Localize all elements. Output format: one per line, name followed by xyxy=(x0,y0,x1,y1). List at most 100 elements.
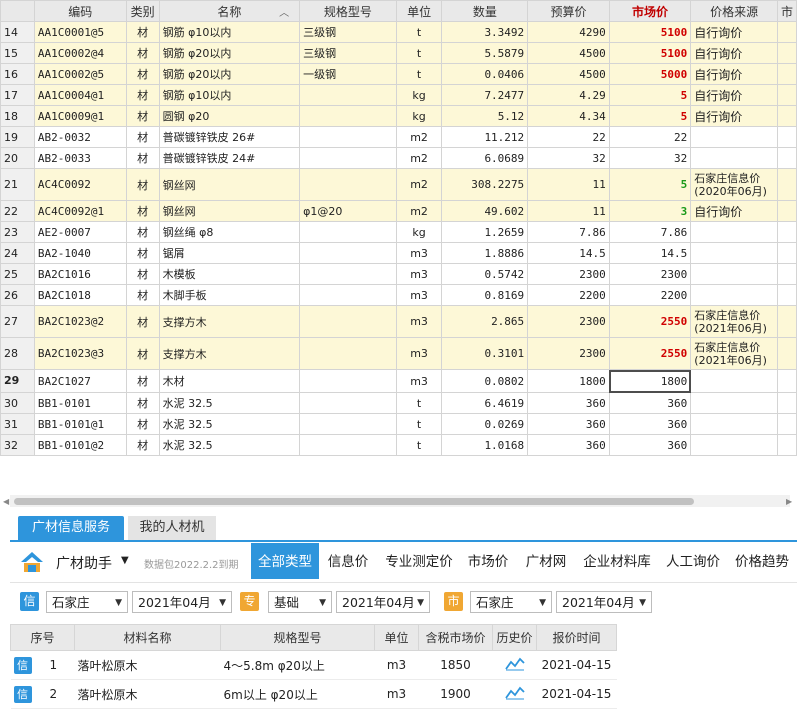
cell-price-source[interactable] xyxy=(690,242,778,264)
cell-quantity[interactable]: 6.0689 xyxy=(441,147,529,169)
row-number[interactable]: 17 xyxy=(0,84,35,106)
cell-market-price[interactable]: 2200 xyxy=(608,284,692,306)
row-number[interactable]: 15 xyxy=(0,42,35,64)
cell-category[interactable]: 材 xyxy=(125,434,160,456)
cell-quantity[interactable]: 0.0269 xyxy=(441,413,529,435)
cell-quote-time[interactable]: 2021-04-15 xyxy=(536,650,617,680)
col-header-budget-price[interactable]: 预算价 xyxy=(527,0,610,22)
table-row[interactable]: 29 BA2C1027 材木材 m3 0.0802 1800 1800 xyxy=(0,369,797,393)
col-header-quantity[interactable]: 数量 xyxy=(441,0,529,22)
cell-unit[interactable]: m3 xyxy=(395,284,443,306)
cell-code[interactable]: BB1-0101@1 xyxy=(33,413,127,435)
cell-price-source[interactable] xyxy=(690,413,778,435)
cell-unit[interactable]: m2 xyxy=(395,168,443,201)
col-header-name[interactable]: 名称 ︿ xyxy=(158,0,301,22)
cell-budget-price[interactable]: 2300 xyxy=(527,305,610,338)
cell-quantity[interactable]: 308.2275 xyxy=(441,168,529,201)
cell-unit[interactable]: t xyxy=(395,434,443,456)
cell-spec[interactable]: 4～5.8m φ20以上 xyxy=(220,650,375,680)
cell-market-price[interactable]: 5000 xyxy=(608,63,692,85)
col-header-seq[interactable]: 序号 xyxy=(10,624,75,651)
cell-material-name[interactable]: 落叶松原木 xyxy=(74,650,221,680)
cell-market-price[interactable]: 32 xyxy=(608,147,692,169)
cell-quantity[interactable]: 5.5879 xyxy=(441,42,529,64)
cell-budget-price[interactable]: 22 xyxy=(527,126,610,148)
cell-category[interactable]: 材 xyxy=(125,337,160,370)
table-row[interactable]: 16 AA1C0002@5 材钢筋 φ20以内 一级钢 t 0.0406 4500 5000 自… xyxy=(0,63,797,85)
cell-price-source[interactable] xyxy=(690,392,778,414)
cell-category[interactable]: 材 xyxy=(125,284,160,306)
cell-spec[interactable]: 6m以上 φ20以上 xyxy=(220,679,375,709)
date-select-market[interactable]: 2021年04月 ▼ xyxy=(556,591,652,613)
cell-category[interactable]: 材 xyxy=(125,63,160,85)
cell-quantity[interactable]: 5.12 xyxy=(441,105,529,127)
cell-budget-price[interactable]: 4290 xyxy=(527,21,610,43)
cell-spec[interactable]: 三级钢 xyxy=(299,21,397,43)
cell-code[interactable]: AA1C0009@1 xyxy=(33,105,127,127)
table-row[interactable]: 26 BA2C1018 材木脚手板 m3 0.8169 2200 2200 xyxy=(0,284,797,306)
cell-budget-price[interactable]: 360 xyxy=(527,413,610,435)
category-info-price[interactable]: 信息价 xyxy=(322,543,374,579)
date-select-info[interactable]: 2021年04月 ▼ xyxy=(132,591,232,613)
cell-category[interactable]: 材 xyxy=(125,392,160,414)
cell-seq[interactable]: 信2 xyxy=(10,679,75,709)
cell-budget-price[interactable]: 4500 xyxy=(527,63,610,85)
cell-spec[interactable] xyxy=(299,168,397,201)
cell-name[interactable]: 普碳镀锌铁皮 24# xyxy=(158,147,301,169)
cell-spec[interactable]: 三级钢 xyxy=(299,42,397,64)
cell-category[interactable]: 材 xyxy=(125,168,160,201)
col-header-quote-time[interactable]: 报价时间 xyxy=(536,624,617,651)
table-row[interactable]: 25 BA2C1016 材木模板 m3 0.5742 2300 2300 xyxy=(0,263,797,285)
row-number[interactable]: 31 xyxy=(0,413,35,435)
cell-code[interactable]: BA2C1018 xyxy=(33,284,127,306)
col-header-spec[interactable]: 规格型号 xyxy=(220,624,375,651)
cell-code[interactable]: AE2-0007 xyxy=(33,221,127,243)
cell-code[interactable]: AC4C0092 xyxy=(33,168,127,201)
category-all[interactable]: 全部类型 xyxy=(251,543,319,579)
region-select-market[interactable]: 石家庄 ▼ xyxy=(470,591,552,613)
scroll-left-icon[interactable]: ◀ xyxy=(3,497,9,506)
cell-seq[interactable]: 信1 xyxy=(10,650,75,680)
category-enterprise-lib[interactable]: 企业材料库 xyxy=(578,543,656,579)
cell-market-price[interactable]: 5100 xyxy=(608,42,692,64)
cell-name[interactable]: 钢丝网 xyxy=(158,168,301,201)
cell-quantity[interactable]: 6.4619 xyxy=(441,392,529,414)
cell-tax-price[interactable]: 1850 xyxy=(418,650,493,680)
col-header-category[interactable]: 类别 xyxy=(125,0,160,22)
table-row[interactable]: 20 AB2-0033 材普碳镀锌铁皮 24# m2 6.0689 32 32 xyxy=(0,147,797,169)
cell-category[interactable]: 材 xyxy=(125,126,160,148)
scrollbar-thumb[interactable] xyxy=(14,498,694,505)
cell-spec[interactable]: φ1@20 xyxy=(299,200,397,222)
cell-price-source[interactable] xyxy=(690,369,778,393)
cell-quote-time[interactable]: 2021-04-15 xyxy=(536,679,617,709)
cell-budget-price[interactable]: 2300 xyxy=(527,263,610,285)
cell-quantity[interactable]: 49.602 xyxy=(441,200,529,222)
cell-unit[interactable]: m3 xyxy=(374,679,419,709)
cell-market-price[interactable]: 1800 xyxy=(608,369,692,393)
table-row[interactable]: 27 BA2C1023@2 材支撑方木 m3 2.865 2300 2550 石家庄信息价 (2… xyxy=(0,305,797,338)
row-number[interactable]: 21 xyxy=(0,168,35,201)
cell-budget-price[interactable]: 14.5 xyxy=(527,242,610,264)
cell-name[interactable]: 木模板 xyxy=(158,263,301,285)
row-number[interactable]: 32 xyxy=(0,434,35,456)
cell-category[interactable]: 材 xyxy=(125,242,160,264)
cell-unit[interactable]: m3 xyxy=(374,650,419,680)
cell-market-price[interactable]: 22 xyxy=(608,126,692,148)
cell-price-source[interactable] xyxy=(690,434,778,456)
table-row[interactable]: 24 BA2-1040 材锯屑 m3 1.8886 14.5 14.5 xyxy=(0,242,797,264)
cell-unit[interactable]: m3 xyxy=(395,263,443,285)
cell-spec[interactable] xyxy=(299,284,397,306)
cell-quantity[interactable]: 0.5742 xyxy=(441,263,529,285)
cell-unit[interactable]: kg xyxy=(395,221,443,243)
category-price-trend[interactable]: 价格趋势 xyxy=(730,543,794,579)
cell-name[interactable]: 钢筋 φ20以内 xyxy=(158,63,301,85)
chevron-down-icon[interactable]: ▼ xyxy=(121,555,129,566)
cell-code[interactable]: BA2C1027 xyxy=(33,369,127,393)
cell-material-name[interactable]: 落叶松原木 xyxy=(74,679,221,709)
table-row[interactable]: 19 AB2-0032 材普碳镀锌铁皮 26# m2 11.212 22 22 xyxy=(0,126,797,148)
cell-name[interactable]: 普碳镀锌铁皮 26# xyxy=(158,126,301,148)
cell-category[interactable]: 材 xyxy=(125,369,160,393)
cell-unit[interactable]: t xyxy=(395,392,443,414)
col-header-tax-price[interactable]: 含税市场价 xyxy=(418,624,493,651)
row-number[interactable]: 28 xyxy=(0,337,35,370)
